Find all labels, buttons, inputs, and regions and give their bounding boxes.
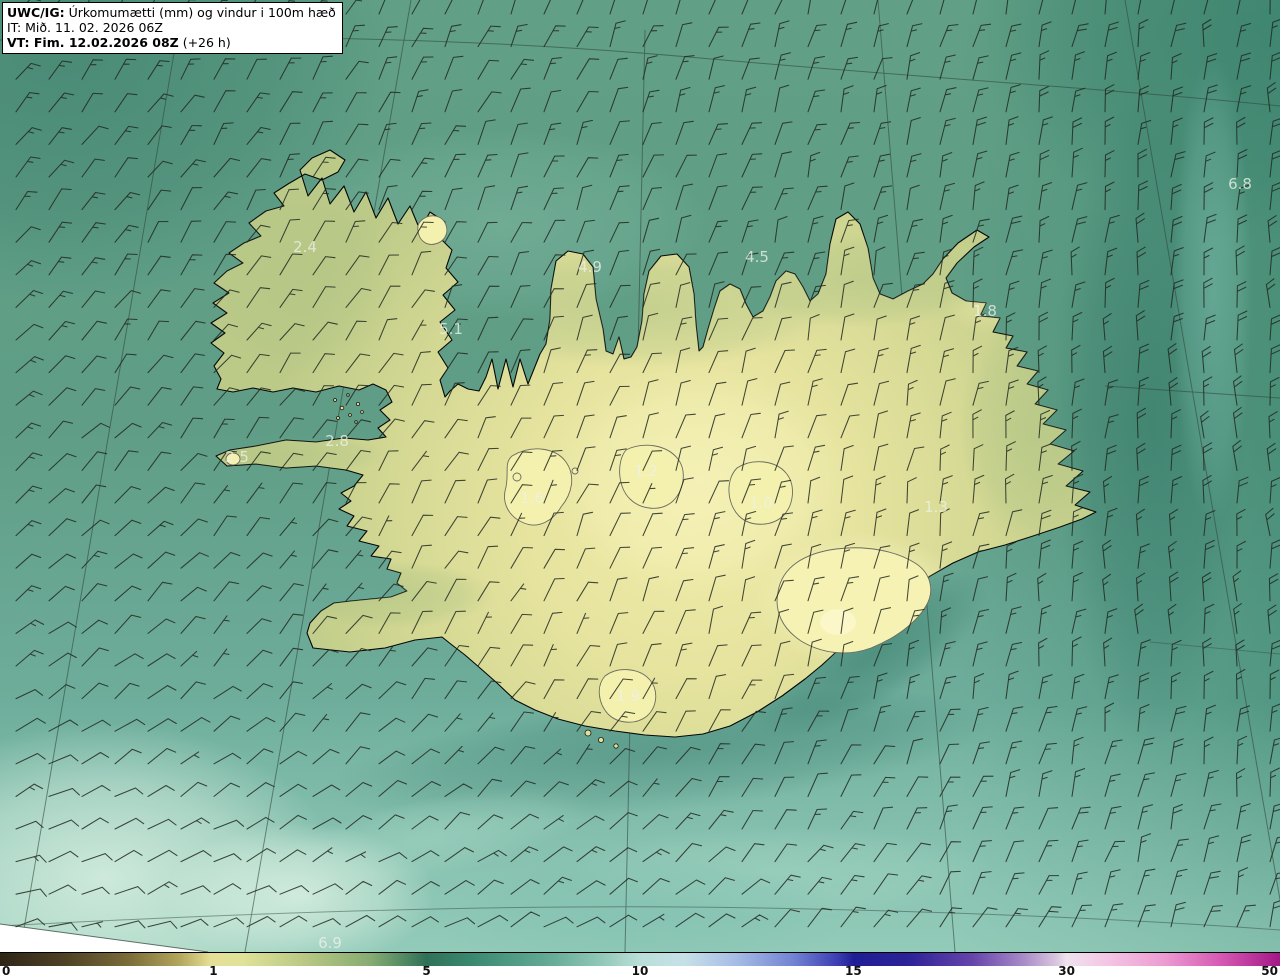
colorbar-tick: 1 [209, 964, 218, 978]
weather-map-page: 2.4 4.9 4.5 1.8 6.8 5.1 2.8 2.5 1.6 1.2 1.0 1.3 1.9 6… [0, 0, 1280, 978]
precip-value-label: 6.9 [318, 934, 342, 952]
glacier [512, 472, 522, 482]
precip-value-label: 2.5 [225, 448, 249, 466]
precip-value-label: 1.2 [634, 462, 658, 480]
model-id: UWC/IG: [7, 5, 65, 20]
precip-value-label: 1.8 [973, 302, 997, 320]
precip-value-label: 5.1 [439, 320, 463, 338]
init-time: IT: Mið. 11. 02. 2026 06Z [7, 20, 163, 35]
colorbar-labels: 0 1 5 10 15 30 50 [0, 964, 1280, 978]
precip-value-label: 6.8 [1228, 175, 1252, 193]
valid-offset: (+26 h) [178, 35, 231, 50]
title-line-valid: VT: Fim. 12.02.2026 08Z (+26 h) [7, 35, 336, 50]
colorbar-tick: 30 [1058, 964, 1075, 978]
colorbar-tick: 0 [2, 964, 11, 978]
title-line-product: UWC/IG: Úrkomumætti (mm) og vindur i 100… [7, 5, 336, 20]
glacier-bright-spot [820, 609, 856, 635]
colorbar-tick: 5 [422, 964, 431, 978]
precip-value-label: 1.6 [520, 489, 544, 507]
precip-value-label: 2.8 [325, 432, 349, 450]
title-box: UWC/IG: Úrkomumætti (mm) og vindur i 100… [2, 2, 343, 54]
precip-value-label: 4.5 [745, 248, 769, 266]
precip-value-label: 1.9 [616, 687, 640, 705]
map-area: 2.4 4.9 4.5 1.8 6.8 5.1 2.8 2.5 1.6 1.2 1.0 1.3 1.9 6… [0, 0, 1280, 953]
colorbar-tick: 15 [845, 964, 862, 978]
precip-value-label: 1.0 [749, 494, 773, 512]
colorbar-tick: 50 [1261, 964, 1278, 978]
product-title: Úrkomumætti (mm) og vindur i 100m hæð [64, 5, 336, 20]
valid-time: VT: Fim. 12.02.2026 08Z [7, 35, 179, 50]
colorbar: 0 1 5 10 15 30 50 [0, 952, 1280, 978]
map-canvas: 2.4 4.9 4.5 1.8 6.8 5.1 2.8 2.5 1.6 1.2 1.0 1.3 1.9 6… [0, 0, 1280, 952]
precip-value-label: 2.4 [293, 238, 317, 256]
precip-value-label: 4.9 [578, 258, 602, 276]
glacier [417, 215, 448, 245]
colorbar-tick: 10 [631, 964, 649, 978]
precip-value-label: 1.3 [924, 498, 948, 516]
